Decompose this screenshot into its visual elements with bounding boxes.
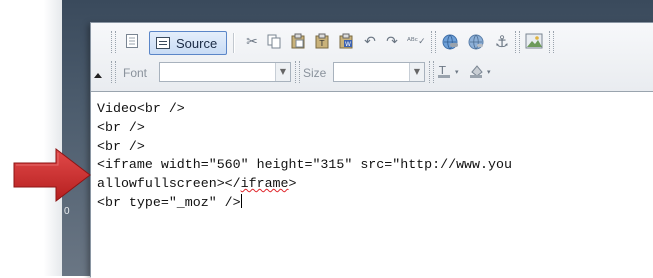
size-select[interactable]: ▼ [333,62,425,82]
size-label: Size [303,66,327,80]
paste-word-icon[interactable]: W [337,33,355,51]
undo-icon[interactable]: ↶ [361,33,379,51]
toolbar-row-1: Source ✂ T W ↶ ↷ ᴬᴮᶜ✓ ⚓ [91,29,653,57]
source-icon [156,37,170,49]
code-line-part: allowfullscreen></ [97,176,241,192]
paste-icon[interactable] [289,33,307,51]
svg-text:T: T [319,39,325,48]
toolbar-row-2: Font ▼ Size ▼ T ▾ ▾ [91,59,653,87]
code-line: <br /> [97,119,145,135]
toolbar-grip[interactable] [111,61,116,83]
svg-text:▾: ▾ [487,68,491,76]
background-side-number: 0 [64,206,70,217]
font-label: Font [123,66,148,80]
toolbar-grip[interactable] [295,61,300,83]
toolbar-grip[interactable] [429,61,434,83]
paste-text-icon[interactable]: T [313,33,331,51]
chevron-down-icon[interactable]: ▼ [409,63,424,81]
toolbar-collapse-icon[interactable] [94,73,102,78]
toolbar-grip[interactable] [549,31,554,53]
toolbar-separator [233,33,235,53]
editor-toolbar: Source ✂ T W ↶ ↷ ᴬᴮᶜ✓ ⚓ Font ▼ Size ▼ T … [91,23,653,91]
svg-text:▾: ▾ [455,68,459,76]
toolbar-grip[interactable] [431,31,436,53]
red-arrow-icon [12,146,94,204]
anchor-icon[interactable]: ⚓ [493,33,511,51]
spellcheck-icon[interactable]: ᴬᴮᶜ✓ [407,33,426,51]
toolbar-grip[interactable] [111,31,116,53]
spelling-error: iframe [240,176,289,192]
toolbar-grip[interactable] [515,31,520,53]
background-left [0,0,62,276]
cut-icon[interactable]: ✂ [243,33,261,51]
source-button[interactable]: Source [149,31,227,55]
code-line: <iframe width="560" height="315" src="ht… [97,157,512,173]
code-line: allowfullscreen></iframe> [97,176,297,191]
code-line: <br type="_moz" /> [97,193,242,210]
unlink-icon[interactable] [467,33,485,51]
code-line: <br /> [97,138,145,154]
code-line-part: > [288,176,297,192]
copy-icon[interactable] [265,33,283,51]
redo-icon[interactable]: ↷ [383,33,401,51]
rich-text-editor: Source ✂ T W ↶ ↷ ᴬᴮᶜ✓ ⚓ Font ▼ Size ▼ T … [90,22,653,278]
bg-color-icon[interactable]: ▾ [469,63,497,81]
font-select[interactable]: ▼ [159,62,291,82]
image-icon[interactable] [525,33,543,51]
source-textarea[interactable]: Video<br /> <br /> <br /> <iframe width=… [91,91,653,278]
text-caret [240,193,242,208]
code-line: Video<br /> [97,101,185,116]
source-button-label: Source [176,36,218,51]
page-icon[interactable] [123,33,141,51]
text-color-icon[interactable]: T ▾ [437,63,465,81]
link-icon[interactable] [441,33,459,51]
code-line-part: <br type="_moz" /> [97,194,241,210]
source-code: Video<br /> <br /> <br /> <iframe width=… [97,100,512,213]
chevron-down-icon[interactable]: ▼ [275,63,290,81]
svg-text:W: W [345,41,351,48]
